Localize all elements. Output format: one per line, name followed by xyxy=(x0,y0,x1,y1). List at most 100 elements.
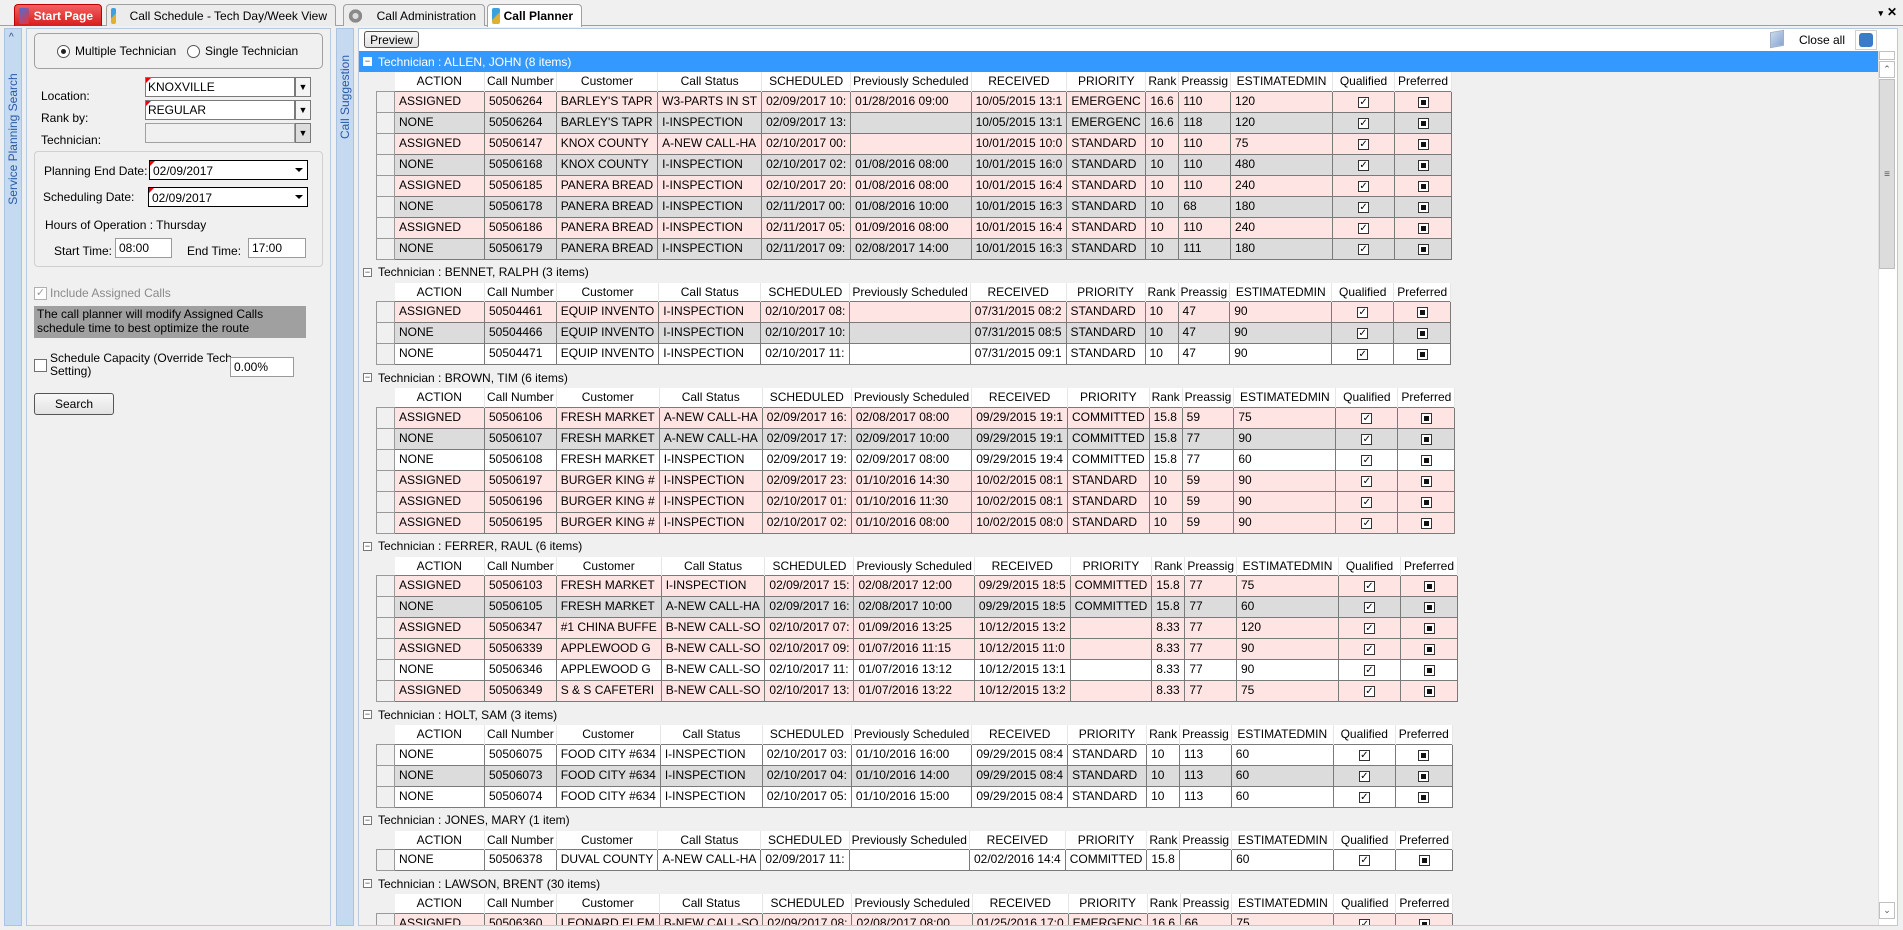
qualified-checkbox[interactable]: ✓ xyxy=(1358,96,1370,108)
cell-estimatedmin[interactable]: 75 xyxy=(1230,132,1334,155)
qualified-checkbox[interactable]: ✓ xyxy=(1361,517,1373,529)
column-header-call-number[interactable]: Call Number xyxy=(484,830,557,850)
column-header-qualified[interactable]: Qualified xyxy=(1335,388,1399,407)
cell-customer[interactable]: FOOD CITY #634 xyxy=(555,743,661,766)
cell-priority[interactable]: STANDARD xyxy=(1066,132,1147,155)
cell-call-status[interactable]: B-NEW CALL-SO xyxy=(658,912,764,925)
cell-scheduled[interactable]: 02/10/2017 07: xyxy=(764,617,855,639)
column-header-priority[interactable]: PRIORITY xyxy=(1070,556,1153,576)
column-header-preassig[interactable]: Preassig xyxy=(1179,830,1233,850)
cell-call-number[interactable]: 50506073 xyxy=(484,764,557,787)
row-selector[interactable] xyxy=(376,659,395,681)
cell-scheduled[interactable]: 02/10/2017 03: xyxy=(761,743,852,766)
cell-call-number[interactable]: 50506168 xyxy=(484,153,557,176)
scroll-up-icon[interactable]: ⌃ xyxy=(1879,61,1895,78)
preferred-checkbox[interactable] xyxy=(1420,433,1432,445)
cell-action[interactable]: ASSIGNED xyxy=(394,511,485,534)
cell-call-status[interactable]: I-INSPECTION xyxy=(660,575,766,597)
row-selector[interactable] xyxy=(376,301,395,323)
column-header-rank[interactable]: Rank xyxy=(1145,72,1180,91)
cell-qualified[interactable]: ✓ xyxy=(1335,448,1399,471)
column-header-preferred[interactable]: Preferred xyxy=(1400,556,1458,576)
qualified-checkbox[interactable]: ✓ xyxy=(1358,749,1370,761)
column-header-qualified[interactable]: Qualified xyxy=(1333,830,1397,850)
cell-priority[interactable]: STANDARD xyxy=(1066,511,1150,534)
cell-scheduled[interactable]: 02/10/2017 02: xyxy=(761,153,852,176)
cell-call-status[interactable]: I-INSPECTION xyxy=(658,490,763,513)
column-header-received[interactable]: RECEIVED xyxy=(972,894,1069,913)
cell-preferred[interactable] xyxy=(1400,575,1458,597)
column-header-customer[interactable]: Customer xyxy=(556,556,662,576)
cell-received[interactable]: 10/02/2015 08:1 xyxy=(971,490,1068,513)
cell-priority[interactable]: COMMITTED xyxy=(1069,596,1153,618)
cell-received[interactable]: 01/25/2016 17:0 xyxy=(971,912,1069,925)
cell-action[interactable]: ASSIGNED xyxy=(394,90,485,113)
cell-qualified[interactable]: ✓ xyxy=(1338,617,1401,639)
column-header-preferred[interactable]: Preferred xyxy=(1395,725,1453,744)
qualified-checkbox[interactable]: ✓ xyxy=(1358,180,1370,192)
column-header-preferred[interactable]: Preferred xyxy=(1394,72,1453,91)
call-row[interactable]: ASSIGNED 50506339 APPLEWOOD G B-NEW CALL-SO… xyxy=(376,638,1458,660)
cell-preferred[interactable] xyxy=(1393,343,1452,365)
qualified-checkbox[interactable]: ✓ xyxy=(1359,855,1371,867)
column-header-qualified[interactable]: Qualified xyxy=(1333,894,1397,913)
preferred-checkbox[interactable] xyxy=(1416,307,1428,319)
cell-customer[interactable]: S & S CAFETERI xyxy=(555,680,662,702)
collapse-group-icon[interactable]: − xyxy=(363,267,372,277)
cell-received[interactable]: 09/29/2015 08:4 xyxy=(971,785,1069,808)
cell-received[interactable]: 10/12/2015 13:1 xyxy=(973,659,1071,681)
cell-qualified[interactable]: ✓ xyxy=(1335,406,1399,429)
column-header-action[interactable]: ACTION xyxy=(394,388,485,407)
cell-action[interactable]: NONE xyxy=(394,237,485,260)
row-selector[interactable] xyxy=(376,448,395,471)
cell-call-number[interactable]: 50506264 xyxy=(484,90,557,113)
cell-qualified[interactable]: ✓ xyxy=(1335,427,1399,450)
cell-preassig[interactable]: 110 xyxy=(1178,132,1232,155)
row-selector[interactable] xyxy=(376,680,395,702)
cell-priority[interactable]: COMMITTED xyxy=(1064,849,1148,871)
cell-previously-scheduled[interactable]: 01/08/2016 08:00 xyxy=(850,153,972,176)
cell-action[interactable]: NONE xyxy=(394,153,485,176)
column-header-preassig[interactable]: Preassig xyxy=(1180,894,1233,913)
tab-call-schedule[interactable]: Call Schedule - Tech Day/Week View xyxy=(106,4,336,26)
preferred-checkbox[interactable] xyxy=(1417,138,1429,150)
cell-previously-scheduled[interactable]: 02/08/2017 10:00 xyxy=(853,596,975,618)
row-selector[interactable] xyxy=(376,596,395,618)
cell-scheduled[interactable]: 02/10/2017 13: xyxy=(764,680,855,702)
column-header-priority[interactable]: PRIORITY xyxy=(1066,72,1147,91)
cell-action[interactable]: NONE xyxy=(394,659,485,681)
cell-qualified[interactable]: ✓ xyxy=(1332,743,1396,766)
tab-call-administration[interactable]: Call Administration xyxy=(343,4,485,26)
cell-scheduled[interactable]: 02/09/2017 15: xyxy=(764,575,855,597)
row-selector[interactable] xyxy=(376,322,395,344)
preferred-checkbox[interactable] xyxy=(1417,159,1429,171)
cell-previously-scheduled[interactable] xyxy=(850,111,972,134)
collapse-group-icon[interactable]: − xyxy=(363,373,372,382)
column-header-previously-scheduled[interactable]: Previously Scheduled xyxy=(850,72,972,91)
column-header-scheduled[interactable]: SCHEDULED xyxy=(764,556,855,576)
cell-preferred[interactable] xyxy=(1393,301,1452,323)
call-row[interactable]: NONE 50506074 FOOD CITY #634 I-INSPECTION 02… xyxy=(376,785,1453,808)
preferred-checkbox[interactable] xyxy=(1423,623,1435,635)
cell-rank[interactable]: 8.33 xyxy=(1151,680,1186,702)
cell-received[interactable]: 07/31/2015 08:2 xyxy=(969,301,1067,323)
cell-scheduled[interactable]: 02/10/2017 01: xyxy=(761,490,852,513)
cell-preassig[interactable]: 66 xyxy=(1179,912,1233,925)
collapse-group-icon[interactable]: − xyxy=(363,710,372,719)
pin-button[interactable] xyxy=(1855,30,1877,50)
column-header-estimatedmin[interactable]: ESTIMATEDMIN xyxy=(1231,830,1335,850)
cell-rank[interactable]: 15.8 xyxy=(1146,849,1181,871)
cell-estimatedmin[interactable]: 60 xyxy=(1236,596,1339,618)
cell-preferred[interactable] xyxy=(1400,659,1458,681)
column-header-scheduled[interactable]: SCHEDULED xyxy=(760,282,851,302)
row-selector[interactable] xyxy=(376,237,395,260)
cell-previously-scheduled[interactable]: 01/10/2016 14:30 xyxy=(850,469,973,492)
cell-action[interactable]: NONE xyxy=(394,849,485,871)
chevron-down-icon[interactable]: ▼ xyxy=(295,77,311,97)
cell-qualified[interactable]: ✓ xyxy=(1332,174,1396,197)
preferred-checkbox[interactable] xyxy=(1420,475,1432,487)
cell-received[interactable]: 10/01/2015 16:3 xyxy=(970,195,1068,218)
cell-preassig[interactable]: 59 xyxy=(1181,406,1235,429)
cell-scheduled[interactable]: 02/09/2017 23: xyxy=(761,469,852,492)
row-selector[interactable] xyxy=(376,638,395,660)
